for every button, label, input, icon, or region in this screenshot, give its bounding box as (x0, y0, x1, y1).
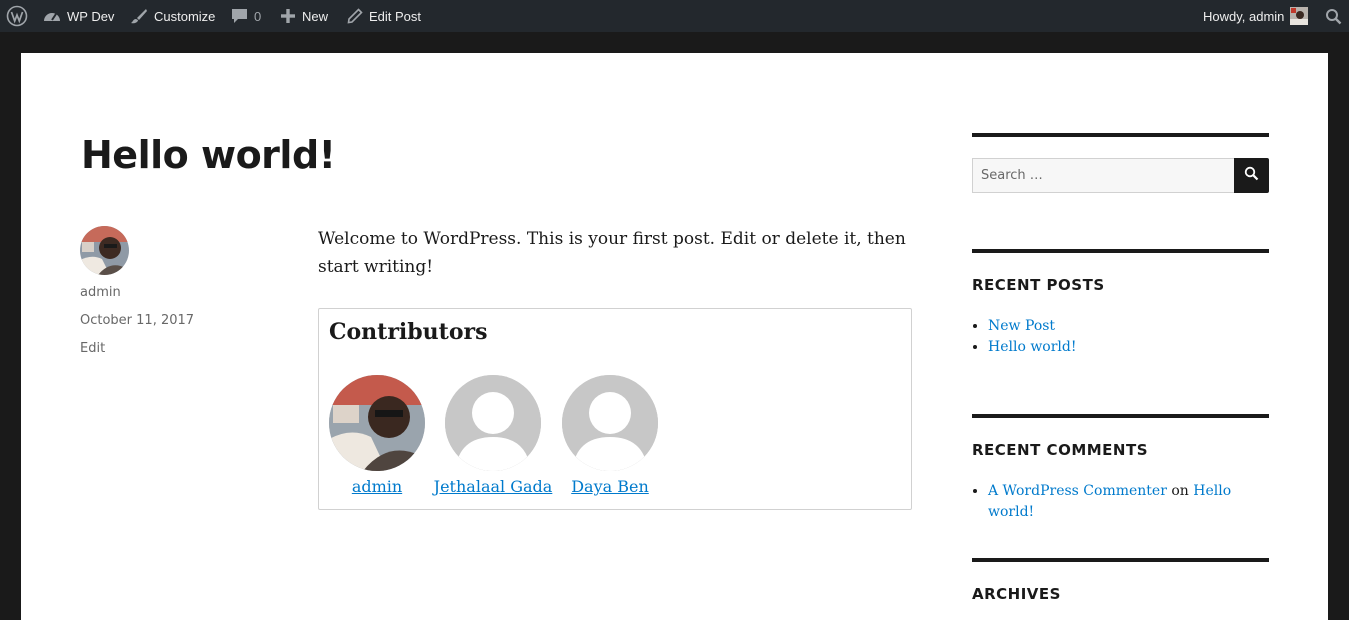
post-author[interactable]: admin (80, 285, 121, 300)
plus-icon (280, 8, 296, 24)
edit-post-label: Edit Post (369, 8, 422, 24)
site-page: Hello world! admin October 11, 2017 Edit… (21, 53, 1328, 620)
contributors-title: Contributors (329, 319, 488, 345)
recent-comments-list: A WordPress Commenter on Hello world! (988, 481, 1269, 523)
post-date[interactable]: October 11, 2017 (80, 313, 194, 328)
widget-divider (972, 133, 1269, 137)
post-title: Hello world! (81, 133, 336, 177)
contributor-name[interactable]: admin (352, 477, 402, 496)
recent-posts-list: New Post Hello world! (988, 316, 1077, 358)
search-icon (1325, 8, 1342, 25)
search-icon (1244, 166, 1259, 186)
post-edit-link[interactable]: Edit (80, 341, 105, 356)
contributor-item: Jethalaal Gada (433, 375, 553, 497)
my-account-menu[interactable]: Howdy, admin (1203, 0, 1309, 32)
recent-post-link[interactable]: Hello world! (988, 339, 1077, 355)
admin-bar-search[interactable] (1325, 0, 1342, 32)
search-input[interactable]: Search … (972, 158, 1235, 193)
brush-icon (130, 8, 148, 24)
contributor-name[interactable]: Jethalaal Gada (434, 477, 553, 496)
customize-label: Customize (154, 8, 216, 24)
widget-divider (972, 558, 1269, 562)
contributor-avatar (562, 375, 658, 471)
list-item: New Post (988, 316, 1077, 337)
admin-bar-avatar (1290, 7, 1309, 25)
post-content: Welcome to WordPress. This is your first… (318, 229, 906, 277)
contributor-avatar (329, 375, 425, 471)
pencil-icon (347, 8, 363, 24)
new-content-menu[interactable]: New (280, 0, 328, 32)
recent-posts-title: RECENT POSTS (972, 276, 1105, 294)
contributors-box: Contributors admin Jethalaal Gada Daya B… (318, 308, 912, 510)
new-label: New (302, 8, 329, 24)
admin-bar: WP Dev Customize 0 New Edit Post Howdy, … (0, 0, 1349, 32)
comment-icon (231, 8, 248, 24)
contributor-item: Daya Ben (550, 375, 670, 497)
contributor-item: admin (317, 375, 437, 497)
comment-joiner: on (1171, 483, 1189, 499)
comment-author-link[interactable]: A WordPress Commenter (988, 483, 1167, 499)
site-name-menu[interactable]: WP Dev (43, 0, 114, 32)
wp-logo-menu[interactable] (6, 0, 28, 32)
comments-link[interactable]: 0 (231, 0, 261, 32)
comments-count: 0 (254, 8, 262, 24)
search-button[interactable] (1234, 158, 1269, 193)
author-avatar (80, 226, 129, 275)
widget-divider (972, 249, 1269, 253)
list-item: Hello world! (988, 337, 1077, 358)
dashboard-icon (43, 8, 61, 24)
customize-link[interactable]: Customize (130, 0, 215, 32)
recent-post-link[interactable]: New Post (988, 318, 1055, 334)
recent-comments-title: RECENT COMMENTS (972, 441, 1149, 459)
archives-title: ARCHIVES (972, 585, 1061, 603)
howdy-text: Howdy, admin (1203, 8, 1285, 24)
list-item: A WordPress Commenter on Hello world! (988, 481, 1269, 523)
contributor-name[interactable]: Daya Ben (571, 477, 649, 496)
widget-divider (972, 414, 1269, 418)
site-name: WP Dev (67, 8, 115, 24)
wordpress-icon (6, 5, 28, 27)
contributor-avatar (445, 375, 541, 471)
edit-post-link[interactable]: Edit Post (347, 0, 421, 32)
search-placeholder: Search … (981, 168, 1043, 183)
